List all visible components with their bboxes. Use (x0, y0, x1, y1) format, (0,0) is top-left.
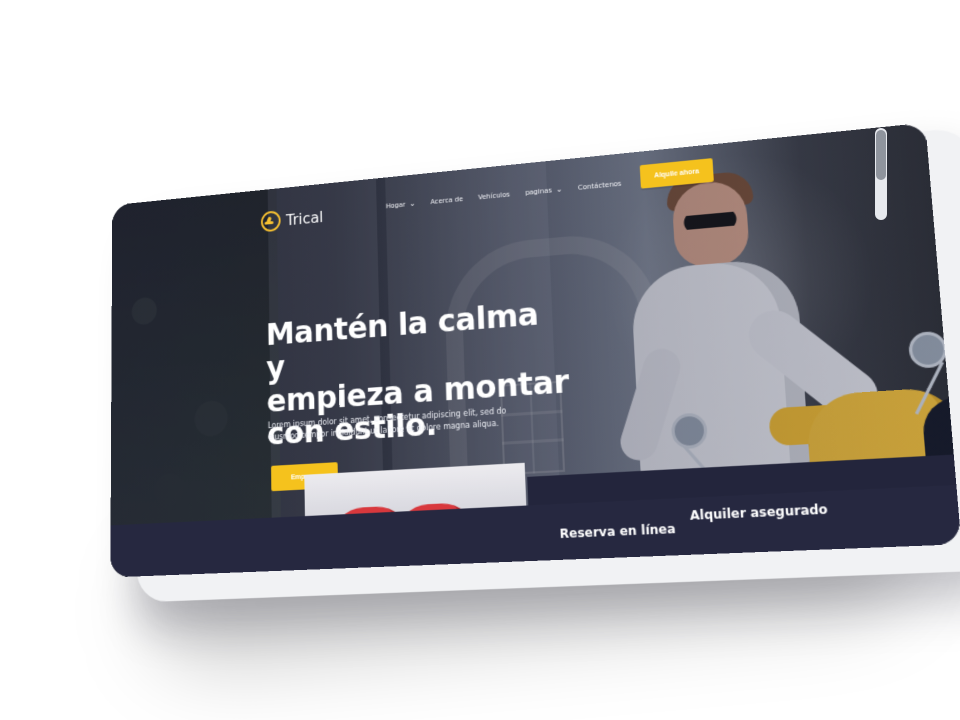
nav-hogar-label: Hogar (386, 201, 406, 210)
nav-acerca-de[interactable]: Acerca de (430, 195, 463, 206)
rent-now-button[interactable]: Alquile ahora (640, 158, 714, 189)
nav-hogar[interactable]: Hogar ⌄ (386, 200, 416, 210)
nav-paginas[interactable]: paginas ⌄ (525, 186, 562, 197)
nav-acerca-de-label: Acerca de (430, 195, 463, 206)
scrollbar-thumb[interactable] (876, 130, 886, 180)
nav-contactenos-label: Contáctenos (578, 180, 622, 192)
site-logo[interactable]: Trical (261, 206, 324, 232)
nav-contactenos[interactable]: Contáctenos (578, 180, 622, 192)
website-screen: Trical Hogar ⌄ Acerca de Vehículos pagin… (110, 123, 960, 578)
main-menu: Hogar ⌄ Acerca de Vehículos paginas ⌄ Co… (386, 180, 622, 210)
chevron-down-icon: ⌄ (409, 200, 415, 208)
nav-vehiculos[interactable]: Vehículos (478, 191, 510, 202)
nav-paginas-label: paginas (525, 187, 552, 197)
chevron-down-icon: ⌄ (556, 186, 563, 194)
logo-text: Trical (286, 207, 324, 228)
scooter-icon (261, 210, 281, 232)
nav-vehiculos-label: Vehículos (478, 191, 510, 202)
